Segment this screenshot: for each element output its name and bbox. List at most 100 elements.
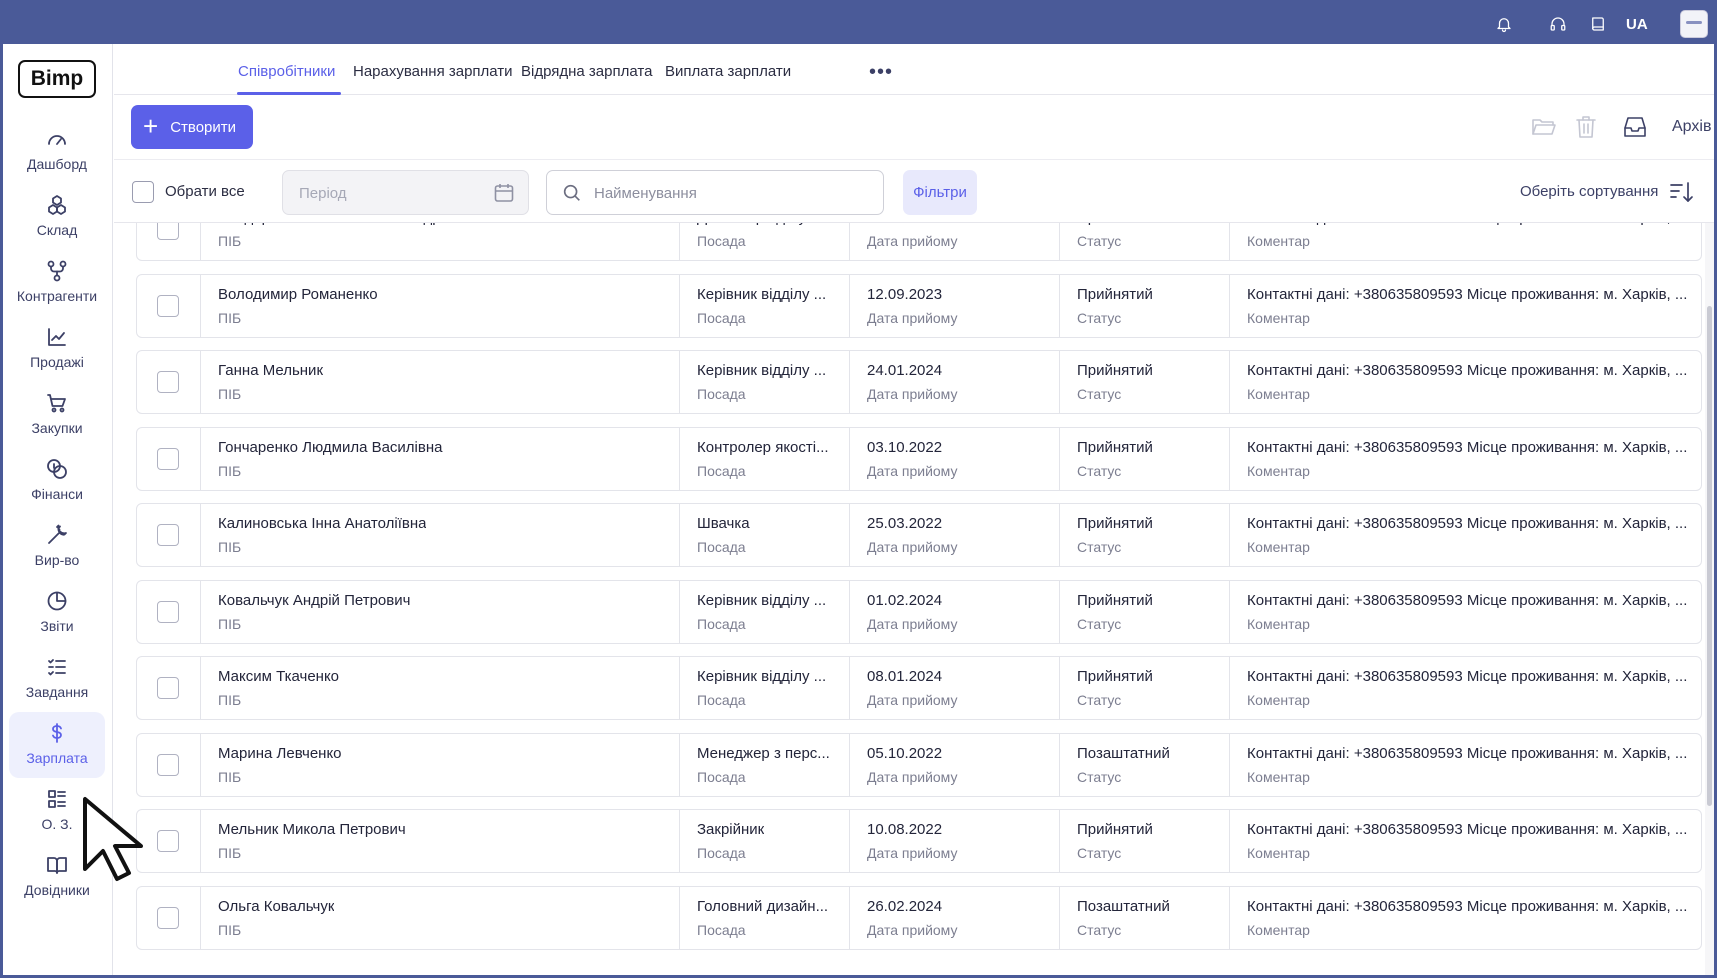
name-caption: ПІБ bbox=[218, 539, 242, 555]
table-row[interactable]: Бондаренко Наталія Олександрівна ПІБ Дизай… bbox=[136, 223, 1702, 261]
name-caption: ПІБ bbox=[218, 463, 242, 479]
position-caption: Посада bbox=[697, 233, 746, 249]
table-row[interactable]: Калиновська Інна Анатоліївна ПІБ Швачка Пос… bbox=[136, 503, 1702, 567]
row-checkbox-cell bbox=[137, 504, 200, 566]
sort-icon[interactable] bbox=[1667, 178, 1695, 206]
select-all-label: Обрати все bbox=[165, 183, 245, 200]
tab-payroll-accrual[interactable]: Нарахування зарплати bbox=[353, 63, 513, 80]
name-cell: Ковальчук Андрій Петрович ПІБ bbox=[200, 581, 679, 643]
comment-cell: Контактні дані: +380635809593 Місце прож… bbox=[1229, 223, 1701, 260]
name-caption: ПІБ bbox=[218, 233, 242, 249]
sidebar-item-label: Довідники bbox=[24, 882, 90, 898]
status-cell: Позаштатний Статус bbox=[1059, 887, 1229, 949]
status-cell: Прийнятий Статус bbox=[1059, 428, 1229, 490]
name-caption: ПІБ bbox=[218, 692, 242, 708]
row-checkbox-cell bbox=[137, 581, 200, 643]
period-input[interactable] bbox=[299, 182, 479, 204]
sidebar-item-label: О. З. bbox=[41, 816, 73, 832]
avatar[interactable] bbox=[1680, 10, 1708, 38]
language-switch[interactable]: UA bbox=[1626, 16, 1648, 33]
position-cell: Дизайнер одягу Посада bbox=[679, 223, 849, 260]
sidebar-item-dashboard[interactable]: Дашборд bbox=[9, 118, 105, 184]
more-tabs-button[interactable]: ••• bbox=[869, 61, 893, 84]
table-row[interactable]: Ганна Мельник ПІБ Керівник відділу ... Поса… bbox=[136, 350, 1702, 414]
headset-icon[interactable] bbox=[1547, 13, 1569, 35]
search-field[interactable] bbox=[546, 170, 884, 215]
sidebar-item-directories[interactable]: Довідники bbox=[9, 844, 105, 910]
calendar-icon[interactable] bbox=[492, 181, 516, 205]
table-row[interactable]: Марина Левченко ПІБ Менеджер з перс... Поса… bbox=[136, 733, 1702, 797]
comment-cell: Контактні дані: +380635809593 Місце прож… bbox=[1229, 275, 1701, 337]
search-input[interactable] bbox=[594, 182, 864, 204]
name-cell: Максим Ткаченко ПІБ bbox=[200, 657, 679, 719]
comment-caption: Коментар bbox=[1247, 463, 1310, 479]
top-bar: UA bbox=[3, 3, 1714, 44]
row-checkbox[interactable] bbox=[157, 677, 179, 699]
row-checkbox[interactable] bbox=[157, 830, 179, 852]
archive-button[interactable]: Архів bbox=[1672, 118, 1711, 136]
archive-inbox-icon[interactable] bbox=[1621, 113, 1649, 141]
status-caption: Статус bbox=[1077, 310, 1122, 326]
bell-icon[interactable] bbox=[1493, 13, 1515, 35]
select-all-checkbox[interactable] bbox=[132, 181, 154, 203]
row-checkbox[interactable] bbox=[157, 754, 179, 776]
tab-piecework-salary[interactable]: Відрядна зарплата bbox=[521, 63, 652, 80]
sidebar-item-label: Фінанси bbox=[31, 486, 83, 502]
name-cell: Гончаренко Людмила Василівна ПІБ bbox=[200, 428, 679, 490]
position-caption: Посада bbox=[697, 845, 746, 861]
row-checkbox[interactable] bbox=[157, 223, 179, 240]
hire-date-cell: 05.10.2022 Дата прийому bbox=[849, 734, 1059, 796]
name-cell: Марина Левченко ПІБ bbox=[200, 734, 679, 796]
tab-employees[interactable]: Співробітники bbox=[238, 63, 335, 80]
sort-select[interactable]: Оберіть сортування bbox=[1520, 183, 1658, 200]
toolbar: + Створити Архів bbox=[114, 95, 1714, 159]
folder-open-icon[interactable] bbox=[1530, 113, 1558, 141]
comment-caption: Коментар bbox=[1247, 233, 1310, 249]
sidebar-item-counterparties[interactable]: Контрагенти bbox=[9, 250, 105, 316]
sidebar-item-production[interactable]: Вир-во bbox=[9, 514, 105, 580]
row-checkbox[interactable] bbox=[157, 371, 179, 393]
comment-value: Контактні дані: +380635809593 Місце прож… bbox=[1247, 362, 1688, 379]
table-row[interactable]: Ковальчук Андрій Петрович ПІБ Керівник від… bbox=[136, 580, 1702, 644]
row-checkbox[interactable] bbox=[157, 448, 179, 470]
table-row[interactable]: Мельник Микола Петрович ПІБ Закрійник Посад… bbox=[136, 809, 1702, 873]
sidebar-item-tasks[interactable]: Завдання bbox=[9, 646, 105, 712]
hire-date-caption: Дата прийому bbox=[867, 692, 958, 708]
status-cell: Прийнятий Статус bbox=[1059, 275, 1229, 337]
table-row[interactable]: Володимир Романенко ПІБ Керівник відділу .… bbox=[136, 274, 1702, 338]
table-row[interactable]: Гончаренко Людмила Василівна ПІБ Контролер… bbox=[136, 427, 1702, 491]
scrollbar-thumb[interactable] bbox=[1707, 306, 1712, 806]
sidebar-item-warehouse[interactable]: Склад bbox=[9, 184, 105, 250]
trash-icon[interactable] bbox=[1572, 113, 1600, 141]
cart-icon bbox=[47, 394, 66, 413]
sidebar-item-label: Зарплата bbox=[26, 750, 88, 766]
row-checkbox[interactable] bbox=[157, 907, 179, 929]
comment-caption: Коментар bbox=[1247, 616, 1310, 632]
comment-value: Контактні дані: +380635809593 Місце прож… bbox=[1247, 439, 1688, 456]
sidebar-item-reports[interactable]: Звіти bbox=[9, 580, 105, 646]
row-checkbox[interactable] bbox=[157, 295, 179, 317]
sidebar-item-sales[interactable]: Продажі bbox=[9, 316, 105, 382]
create-button[interactable]: + Створити bbox=[131, 105, 253, 149]
sidebar-item-label: Склад bbox=[36, 222, 78, 238]
tab-salary-payment[interactable]: Виплата зарплати bbox=[665, 63, 791, 80]
book-icon[interactable] bbox=[1587, 13, 1609, 35]
comment-value: Контактні дані: +380635809593 Місце прож… bbox=[1247, 821, 1688, 838]
wrench-icon bbox=[48, 524, 67, 544]
sidebar-item-salary[interactable]: Зарплата bbox=[9, 712, 105, 778]
name-cell: Ганна Мельник ПІБ bbox=[200, 351, 679, 413]
sidebar-item-fixed-assets[interactable]: О. З. bbox=[9, 778, 105, 844]
status-cell: Прийнятий Статус bbox=[1059, 504, 1229, 566]
sidebar-item-finance[interactable]: Фінанси bbox=[9, 448, 105, 514]
logo[interactable]: Bimp bbox=[18, 60, 96, 98]
period-field[interactable] bbox=[282, 170, 529, 215]
row-checkbox[interactable] bbox=[157, 524, 179, 546]
comment-caption: Коментар bbox=[1247, 692, 1310, 708]
comment-cell: Контактні дані: +380635809593 Місце прож… bbox=[1229, 581, 1701, 643]
status-caption: Статус bbox=[1077, 539, 1122, 555]
table-row[interactable]: Максим Ткаченко ПІБ Керівник відділу ... По… bbox=[136, 656, 1702, 720]
row-checkbox[interactable] bbox=[157, 601, 179, 623]
filters-button[interactable]: Фільтри bbox=[903, 170, 977, 215]
table-row[interactable]: Ольга Ковальчук ПІБ Головний дизайн... Поса… bbox=[136, 886, 1702, 950]
sidebar-item-purchases[interactable]: Закупки bbox=[9, 382, 105, 448]
